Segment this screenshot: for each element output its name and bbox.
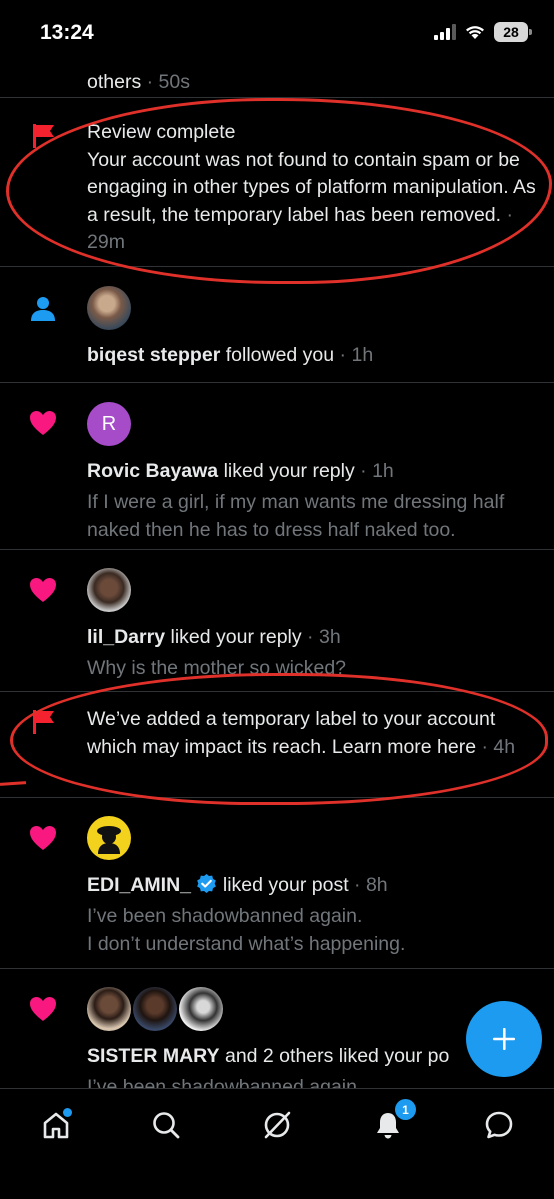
user-name[interactable]: EDI_AMIN_ (87, 874, 191, 896)
user-name[interactable]: lil_Darry (87, 626, 165, 648)
battery-indicator: 28 (494, 22, 532, 42)
notification-temporary-label[interactable]: We’ve added a temporary label to your ac… (0, 693, 554, 798)
notification-time: 8h (365, 874, 388, 896)
wifi-icon (466, 26, 484, 39)
avatar-letter: R (101, 412, 117, 435)
notification-action: liked your reply (170, 626, 302, 648)
notification-action: liked your post (222, 874, 349, 896)
flag-icon (33, 710, 54, 734)
user-name[interactable]: biqest stepper (87, 344, 220, 366)
notification-follow[interactable]: biqest stepper followed you · 1h (0, 268, 554, 383)
avatar[interactable] (133, 987, 177, 1031)
notification-action: and 2 others liked your po (224, 1045, 450, 1067)
tab-messages[interactable] (479, 1105, 519, 1145)
search-icon (153, 1112, 180, 1139)
flag-icon (33, 124, 54, 148)
avatar[interactable] (87, 286, 131, 330)
partial-text: others (87, 71, 142, 93)
notifications-badge: 1 (395, 1099, 416, 1120)
notification-action: liked your reply (223, 460, 355, 482)
post-preview: If I were a girl, if my man wants me dre… (87, 490, 505, 542)
grok-icon (264, 1111, 291, 1139)
avatar[interactable] (87, 987, 131, 1031)
person-icon (31, 297, 55, 321)
status-icons: 28 (434, 22, 532, 42)
notifications-feed[interactable]: others · 50s Review complete Your accoun… (0, 64, 554, 1088)
compose-plus-icon (493, 1028, 515, 1050)
status-time: 13:24 (40, 21, 94, 44)
avatar[interactable]: R (87, 402, 131, 446)
status-bar: 13:24 28 (0, 0, 554, 64)
notification-like[interactable]: lil_Darry liked your reply · 3h Why is t… (0, 551, 554, 692)
notification-time: 3h (318, 626, 341, 648)
tab-grok[interactable] (257, 1105, 297, 1145)
notification-like[interactable]: EDI_AMIN_ liked your post · 8h I’ve been… (0, 799, 554, 969)
tab-home[interactable] (36, 1105, 76, 1145)
bottom-tab-bar: 1 (0, 1088, 554, 1199)
notification-title: Review complete (87, 121, 236, 143)
notification-time: 1h (351, 344, 374, 366)
avatar[interactable] (87, 816, 131, 860)
post-preview-line2: I don’t understand what’s happening. (87, 933, 406, 955)
heart-icon (30, 997, 56, 1021)
user-name[interactable]: Rovic Bayawa (87, 460, 218, 482)
post-preview: I’ve been shadowbanned again. (87, 1075, 363, 1089)
user-name[interactable]: SISTER MARY (87, 1045, 220, 1067)
signal-icon (434, 24, 456, 40)
notification-action: followed you (225, 344, 335, 366)
notification-time: 50s (158, 71, 190, 93)
heart-icon (30, 578, 56, 602)
post-preview: Why is the mother so wicked? (87, 656, 347, 679)
notification-time: 4h (493, 735, 516, 758)
notification-body[interactable]: We’ve added a temporary label to your ac… (87, 708, 495, 758)
notification-like[interactable]: R Rovic Bayawa liked your reply · 1h If … (0, 384, 554, 550)
notification-review-complete[interactable]: Review complete Your account was not fou… (0, 99, 554, 267)
heart-icon (30, 826, 56, 850)
compose-button[interactable] (466, 1001, 542, 1077)
post-preview-line1: I’ve been shadowbanned again. (87, 904, 363, 927)
home-unread-dot (63, 1108, 72, 1117)
notification-time: 1h (372, 460, 394, 482)
notification-body: Your account was not found to contain sp… (87, 148, 536, 226)
messages-icon (485, 1111, 513, 1139)
avatar[interactable] (87, 568, 131, 612)
tab-search[interactable] (146, 1105, 186, 1145)
heart-icon (30, 411, 56, 435)
avatar[interactable] (179, 987, 223, 1031)
notification-time: 29m (87, 231, 125, 253)
verified-icon (197, 873, 217, 894)
notification-item-partial[interactable]: others · 50s (0, 64, 554, 98)
